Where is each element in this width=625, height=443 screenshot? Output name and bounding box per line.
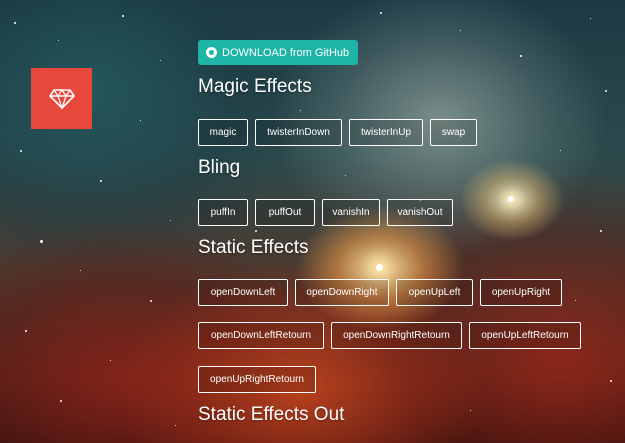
section-title-static-effects: Static Effects bbox=[198, 237, 309, 258]
logo-tile[interactable] bbox=[31, 68, 92, 129]
effect-button-openuprightretourn[interactable]: openUpRightRetourn bbox=[198, 366, 316, 393]
effect-button-vanishout[interactable]: vanishOut bbox=[387, 199, 453, 226]
download-github-label: DOWNLOAD from GitHub bbox=[222, 46, 350, 59]
effect-button-twisterinup[interactable]: twisterInUp bbox=[349, 119, 423, 146]
download-github-button[interactable]: DOWNLOAD from GitHub bbox=[198, 40, 359, 65]
diamond-icon bbox=[48, 88, 75, 109]
effect-button-swap[interactable]: swap bbox=[430, 119, 477, 146]
effect-button-magic[interactable]: magic bbox=[198, 119, 248, 146]
effect-button-twisterindown[interactable]: twisterInDown bbox=[255, 119, 342, 146]
section-title-static-effects-out: Static Effects Out bbox=[198, 404, 345, 425]
effect-button-vanishin[interactable]: vanishIn bbox=[322, 199, 380, 226]
section-title-bling: Bling bbox=[198, 157, 241, 178]
effect-button-opendownright[interactable]: openDownRight bbox=[295, 279, 389, 306]
effect-button-openupleftretourn[interactable]: openUpLeftRetourn bbox=[469, 322, 581, 349]
effect-button-openupright[interactable]: openUpRight bbox=[480, 279, 562, 306]
effect-button-puffout[interactable]: puffOut bbox=[255, 199, 315, 226]
effect-button-opendownleftretourn[interactable]: openDownLeftRetourn bbox=[198, 322, 324, 349]
effect-button-puffin[interactable]: puffIn bbox=[198, 199, 248, 226]
effect-button-openupleft[interactable]: openUpLeft bbox=[396, 279, 473, 306]
effect-button-opendownleft[interactable]: openDownLeft bbox=[198, 279, 288, 306]
github-icon bbox=[206, 47, 217, 58]
effect-button-opendownrightretourn[interactable]: openDownRightRetourn bbox=[331, 322, 462, 349]
section-title-magic-effects: Magic Effects bbox=[198, 76, 312, 97]
